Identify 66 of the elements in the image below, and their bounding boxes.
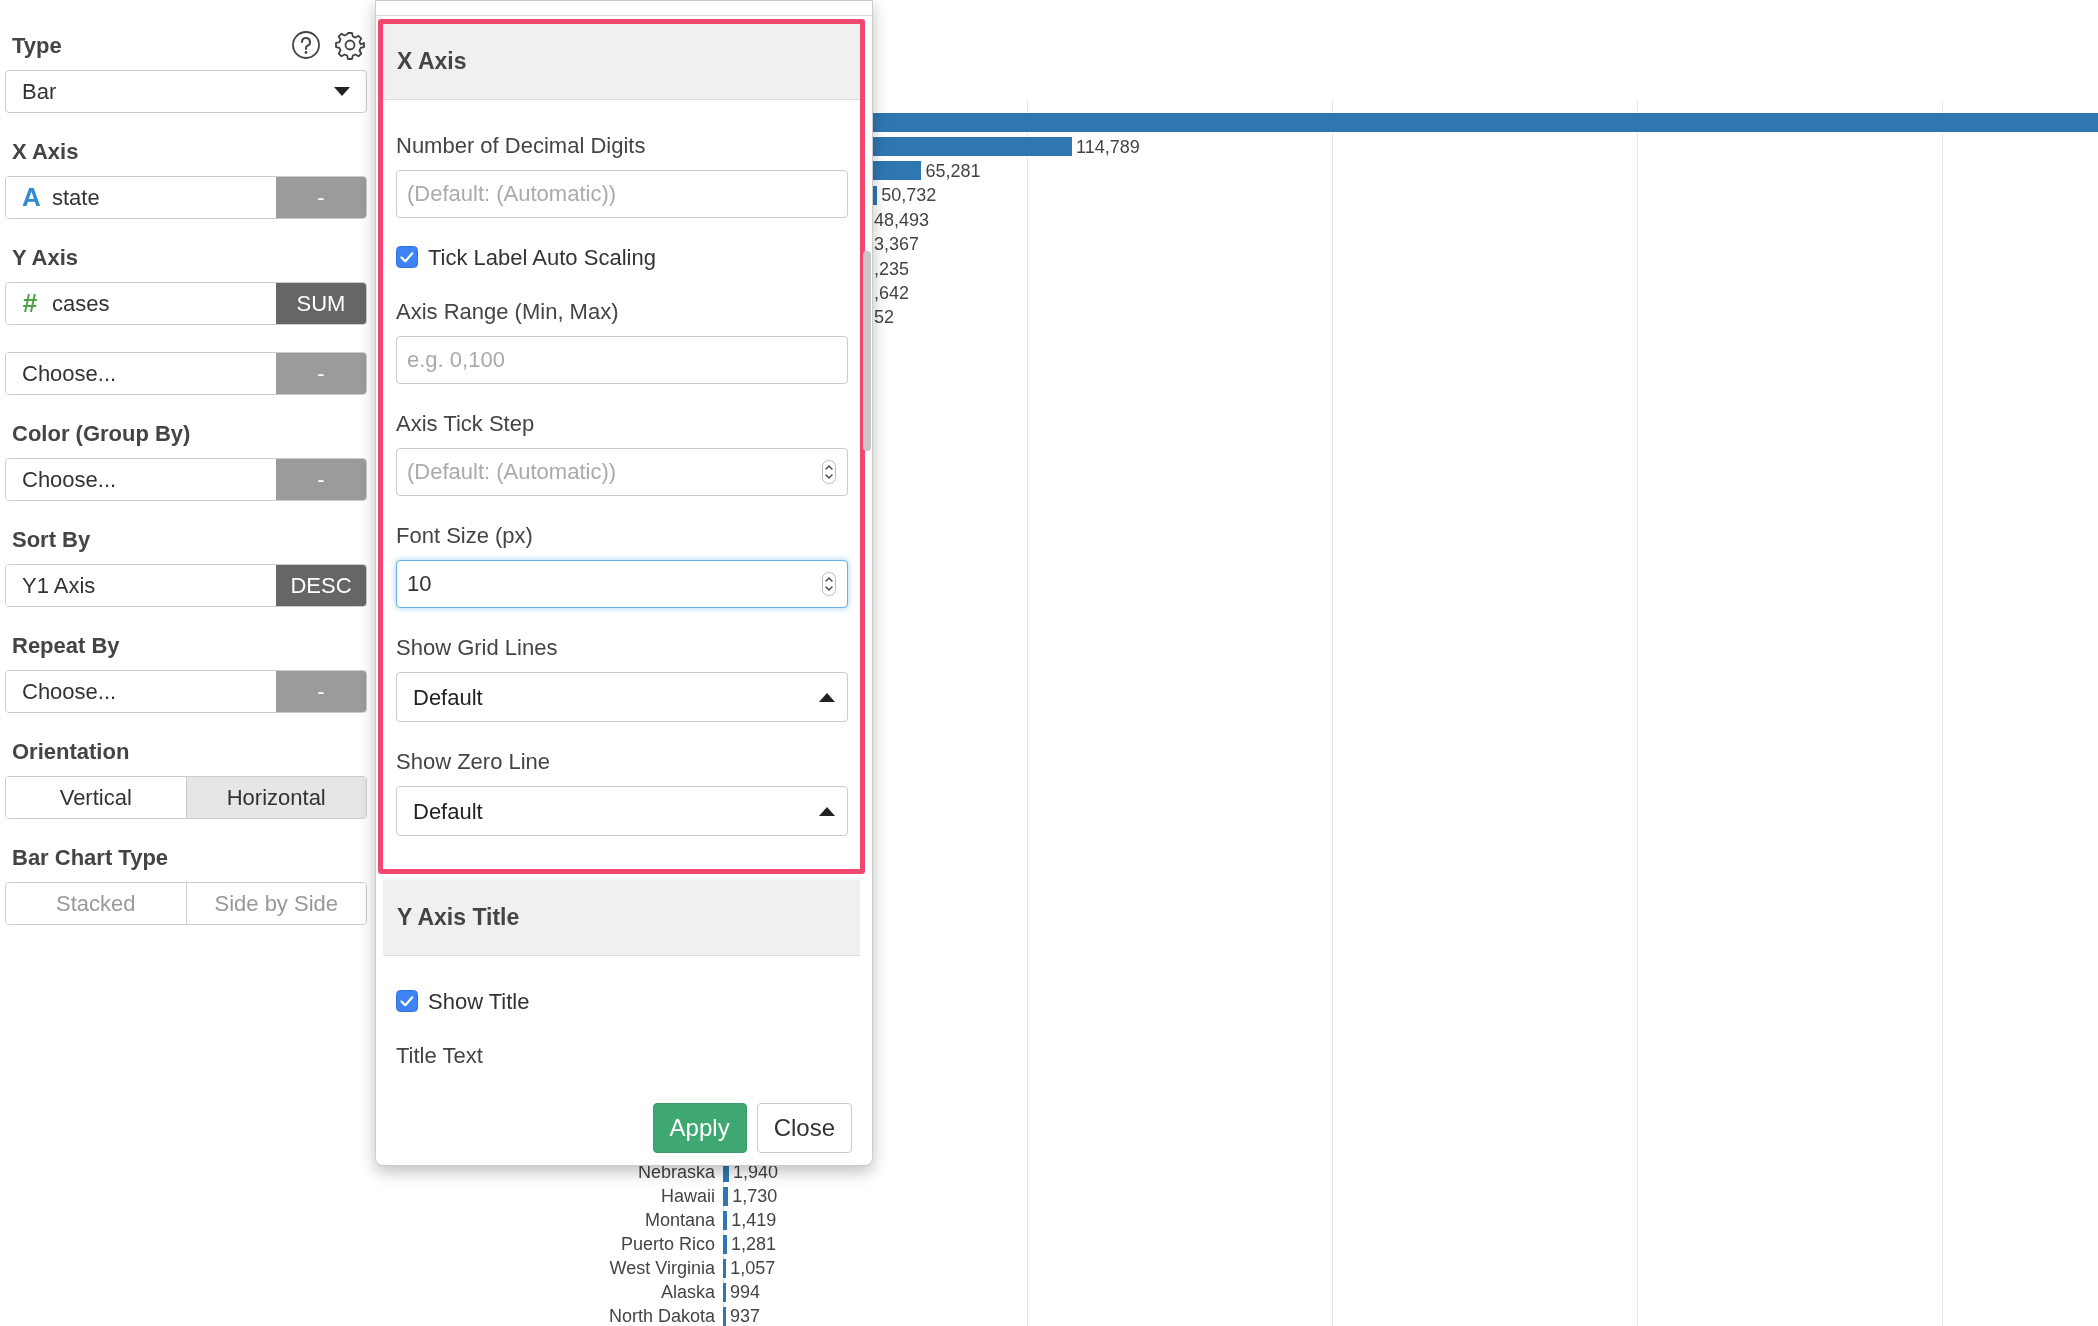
number-field[interactable]: 10 bbox=[396, 560, 848, 608]
bar-value: 937 bbox=[730, 1307, 761, 1325]
segment-button[interactable]: Vertical bbox=[6, 777, 187, 818]
spinner-icon[interactable] bbox=[822, 572, 836, 596]
bar bbox=[723, 1210, 728, 1230]
field-label: Title Text bbox=[396, 1041, 484, 1070]
section-header: X Axis bbox=[383, 24, 860, 100]
text-field[interactable]: (Default: (Automatic)) bbox=[396, 170, 848, 218]
bar-value: ,235 bbox=[874, 259, 910, 278]
close-button[interactable]: Close bbox=[756, 1103, 852, 1153]
bar bbox=[723, 1186, 729, 1206]
category-label: Alaska bbox=[659, 1283, 715, 1301]
section-label: Sort By bbox=[11, 525, 92, 554]
dropdown[interactable]: Default bbox=[396, 672, 848, 722]
category-label: North Dakota bbox=[607, 1307, 715, 1325]
field-label: Axis Range (Min, Max) bbox=[396, 297, 620, 326]
section-label: Orientation bbox=[11, 737, 131, 766]
category-label: Hawaii bbox=[659, 1187, 715, 1205]
bar-value: 3,367 bbox=[874, 235, 920, 254]
section-label: Y Axis bbox=[11, 243, 80, 272]
section-label: Bar Chart Type bbox=[11, 843, 170, 872]
bar-value: 114,789 bbox=[1076, 137, 1140, 156]
bar-value: 50,732 bbox=[881, 186, 937, 205]
bar-value: 1,730 bbox=[732, 1187, 778, 1205]
caret-icon bbox=[334, 87, 350, 96]
bar-value: 52 bbox=[874, 308, 895, 327]
section-label: X Axis bbox=[11, 137, 80, 166]
bar-value: 1,057 bbox=[730, 1259, 776, 1277]
checkbox[interactable] bbox=[396, 246, 418, 268]
bar bbox=[723, 1258, 727, 1278]
bar-value: 1,281 bbox=[730, 1235, 776, 1253]
help-icon[interactable] bbox=[291, 30, 321, 60]
bar bbox=[723, 1282, 726, 1302]
scrollbar-thumb[interactable] bbox=[863, 251, 871, 451]
section-label: Type bbox=[12, 31, 62, 60]
section-label: Color (Group By) bbox=[11, 419, 192, 448]
spinner-icon[interactable] bbox=[822, 460, 836, 484]
dropdown[interactable]: Default bbox=[396, 786, 848, 836]
category-label: West Virginia bbox=[608, 1259, 715, 1277]
bar-value: 65,281 bbox=[925, 161, 981, 180]
field-label: Axis Tick Step bbox=[396, 409, 536, 438]
field-label: Number of Decimal Digits bbox=[396, 131, 647, 160]
number-field[interactable]: (Default: (Automatic)) bbox=[396, 448, 848, 496]
field-label: Show Zero Line bbox=[396, 747, 552, 776]
bar bbox=[723, 1306, 726, 1326]
section-header: Y Axis Title bbox=[383, 880, 860, 956]
bar-value: 1,419 bbox=[731, 1211, 777, 1229]
caret-icon bbox=[819, 806, 835, 816]
field-label: Font Size (px) bbox=[396, 521, 534, 550]
checkbox-label: Tick Label Auto Scaling bbox=[428, 243, 656, 272]
checkbox[interactable] bbox=[396, 990, 418, 1012]
section-label: Repeat By bbox=[11, 631, 121, 660]
bar-value: 48,493 bbox=[874, 210, 930, 229]
bar-value: 994 bbox=[730, 1283, 761, 1301]
field-label: Show Grid Lines bbox=[396, 633, 559, 662]
bar-value: ,642 bbox=[874, 283, 910, 302]
segment-button[interactable]: Horizontal bbox=[186, 777, 366, 818]
category-label: Montana bbox=[643, 1211, 715, 1229]
settings-icon[interactable] bbox=[335, 30, 365, 60]
type-select[interactable]: Bar bbox=[5, 70, 367, 113]
text-field[interactable]: e.g. 0,100 bbox=[396, 336, 848, 384]
category-label: Nebraska bbox=[636, 1163, 715, 1181]
bar bbox=[723, 1234, 727, 1254]
category-label: Puerto Rico bbox=[619, 1235, 715, 1253]
caret-icon bbox=[819, 692, 835, 702]
checkbox-label: Show Title bbox=[428, 987, 530, 1016]
